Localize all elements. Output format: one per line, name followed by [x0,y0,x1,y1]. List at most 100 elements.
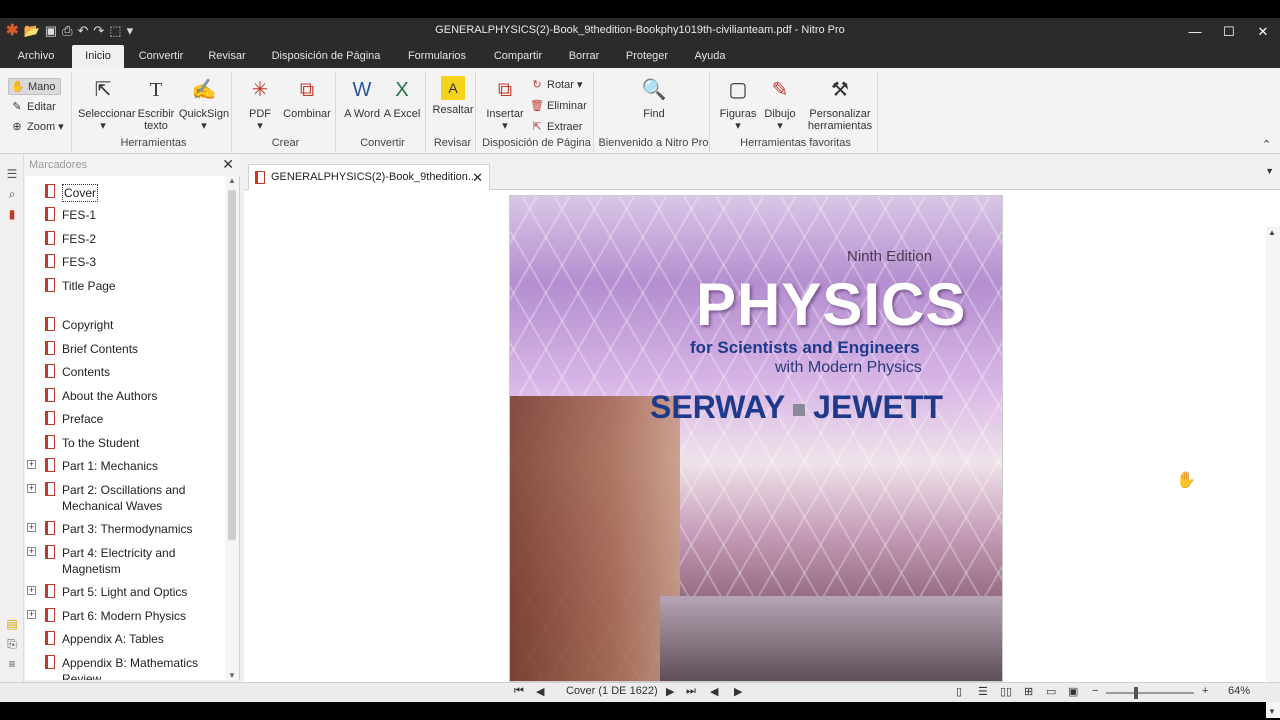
dibujo-button[interactable]: ✎ Dibujo ▾ [760,76,800,132]
next-page-icon[interactable]: ▶ [666,685,674,698]
bookmark-icon [45,521,55,535]
menu-archivo[interactable]: Archivo [8,45,64,68]
combinar-button[interactable]: ⧉ Combinar [280,76,334,120]
group-crear: ✳ PDF ▾ ⧉ Combinar Crear [236,72,336,152]
fit-page-icon[interactable]: ▣ [1068,685,1078,698]
single-page-icon[interactable]: ▯ [956,685,962,698]
zoom-button[interactable]: ⊕ Zoom ▾ [10,120,63,133]
continuous-icon[interactable]: ☰ [978,685,988,698]
expand-icon[interactable]: + [27,523,36,532]
group-herramientas: ⇱ Seleccionar ▾ T Escribir texto ✍ QuickSign… [76,72,232,152]
bookmark-label: Part 3: Thermodynamics [62,522,193,536]
extraer-button[interactable]: ⇱ Extraer [530,120,582,133]
output-panel-icon[interactable]: ≡ [4,656,20,672]
seleccionar-button[interactable]: ⇱ Seleccionar ▾ [78,76,135,132]
bookmark-icon [45,231,55,245]
scroll-thumb[interactable] [228,190,236,540]
document-tab[interactable]: GENERALPHYSICS(2)-Book_9thedition... ✕ [248,164,490,190]
menu-ayuda[interactable]: Ayuda [684,45,736,68]
rotar-button[interactable]: ↻ Rotar ▾ [530,78,582,91]
forward-view-icon[interactable]: ▶ [734,685,742,698]
tab-list-icon[interactable]: ▼ [1265,166,1274,176]
personalizar-button[interactable]: ⚒ Personalizar herramientas [804,76,876,132]
back-view-icon[interactable]: ◀ [710,685,718,698]
group-label: Disposición de Página [482,137,591,149]
menu-borrar[interactable]: Borrar [558,45,610,68]
bookmark-icon [45,608,55,622]
minimize-icon[interactable]: — [1178,18,1212,45]
cover-title: PHYSICS [696,271,967,338]
hand-button[interactable]: ✋ Mano [8,78,61,95]
menu-proteger[interactable]: Proteger [618,45,676,68]
bookmark-icon [45,278,55,292]
facing-icon[interactable]: ▯▯ [1000,685,1012,698]
maximize-icon[interactable]: ☐ [1212,18,1246,45]
find-icon: 🔍 [641,79,667,101]
menu-inicio[interactable]: Inicio [72,45,124,68]
resaltar-button[interactable]: A Resaltar [430,76,476,116]
edit-button[interactable]: ✎ Editar [10,100,55,113]
comments-panel-icon[interactable]: ▤ [4,616,20,632]
expand-icon[interactable]: + [27,586,36,595]
menu-convertir[interactable]: Convertir [132,45,190,68]
previous-page-icon[interactable]: ◀ [536,685,544,698]
a-excel-button[interactable]: XA Excel [382,76,422,120]
scroll-up-icon[interactable]: ▲ [228,176,236,185]
zoom-in-icon[interactable]: + [1202,685,1208,697]
escribir-texto-button[interactable]: T Escribir texto [136,76,176,132]
expand-icon[interactable]: + [27,484,36,493]
group-mode: ✋ Mano ✎ Editar ⊕ Zoom ▾ [4,72,72,152]
close-icon[interactable]: ✕ [1246,18,1280,45]
last-page-icon[interactable]: ⏭ [686,685,696,698]
figuras-button[interactable]: ▢ Figuras ▾ [718,76,758,132]
bookmark-label: Title Page [62,279,116,293]
zoom-level[interactable]: 64% [1228,685,1250,697]
menu-revisar[interactable]: Revisar [198,45,256,68]
facing-continuous-icon[interactable]: ⊞ [1024,685,1033,698]
close-panel-icon[interactable]: ✕ [222,156,234,173]
menu-formularios[interactable]: Formularios [398,45,476,68]
search-panel-icon[interactable]: ⌕ [4,186,20,202]
insertar-button[interactable]: ⧉ Insertar ▾ [482,76,528,132]
scroll-up-icon[interactable]: ▲ [1268,228,1276,237]
scroll-down-icon[interactable]: ▼ [228,671,236,680]
page-indicator[interactable]: Cover (1 DE 1622) [566,685,658,697]
title-bar: ✱ 📂 ▣ ⎙ ↶ ↷ ⬚ ▾ GENERALPHYSICS(2)-Book_9… [0,18,1280,45]
bookmark-icon [45,411,55,425]
expand-icon[interactable]: + [27,547,36,556]
bookmark-icon [45,317,55,331]
menu-compartir[interactable]: Compartir [486,45,550,68]
pdf-button[interactable]: ✳ PDF ▾ [242,76,278,132]
combine-icon: ⧉ [299,79,315,101]
zoom-slider-knob[interactable] [1134,687,1138,699]
bookmarks-scrollbar[interactable]: ▲ ▼ [225,176,239,680]
bookmark-label: Cover [62,184,99,202]
group-label: Herramientas favoritas [740,137,851,149]
cover-subtitle-1: for Scientists and Engineers [690,338,920,357]
group-disposicion: ⧉ Insertar ▾ ↻ Rotar ▾ 🗑 Eliminar ⇱ Extraer D… [480,72,594,152]
quicksign-button[interactable]: ✍ QuickSign ▾ [178,76,230,132]
scroll-down-icon[interactable]: ▼ [1268,707,1276,716]
find-button[interactable]: 🔍 Find [634,76,674,120]
eliminar-button[interactable]: 🗑 Eliminar [530,99,587,112]
zoom-slider[interactable] [1106,687,1194,699]
cursor-icon: ⇱ [94,79,112,101]
fit-width-icon[interactable]: ▭ [1046,685,1056,698]
attachments-panel-icon[interactable]: ⎘ [4,636,20,652]
zoom-out-icon[interactable]: − [1092,685,1098,697]
pages-panel-icon[interactable]: ☰ [4,166,20,182]
group-label: Revisar [433,137,472,149]
close-tab-icon[interactable]: ✕ [472,170,483,186]
bookmark-label: Part 6: Modern Physics [62,609,187,623]
expand-icon[interactable]: + [27,460,36,469]
tools-icon: ⚒ [831,79,849,101]
first-page-icon[interactable]: ⏮ [514,685,524,698]
a-word-button[interactable]: WA Word [342,76,382,120]
page-view[interactable]: Ninth Edition PHYSICS for Scientists and… [244,190,1280,718]
document-scrollbar[interactable]: ▲ ▼ [1266,226,1280,718]
collapse-ribbon-icon[interactable]: ⌃ [1262,138,1271,151]
expand-icon[interactable]: + [27,610,36,619]
bookmarks-panel-icon[interactable]: ▮ [4,206,20,222]
menu-disposicion[interactable]: Disposición de Página [264,45,388,68]
bookmark-label: About the Authors [62,389,158,403]
